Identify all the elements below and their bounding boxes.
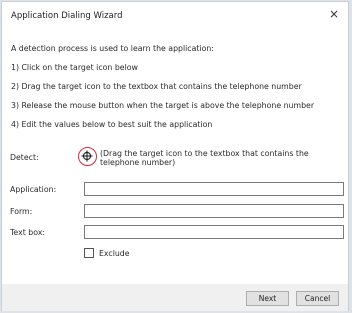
exclude-checkbox[interactable] (84, 248, 94, 258)
application-dialing-wizard-window: Application Dialing Wizard × A detection… (1, 1, 349, 311)
form-label: Form: (10, 207, 33, 216)
instruction-intro: A detection process is used to learn the… (11, 44, 214, 53)
cancel-button[interactable]: Cancel (296, 291, 339, 306)
instruction-step-3: 3) Release the mouse button when the tar… (11, 101, 315, 110)
text-box-label: Text box: (10, 228, 45, 237)
exclude-label: Exclude (99, 249, 130, 258)
instruction-step-1: 1) Click on the target icon below (11, 63, 138, 72)
text-box-field[interactable] (84, 225, 344, 239)
instruction-step-4: 4) Edit the values below to best suit th… (11, 120, 213, 129)
close-button[interactable]: × (320, 2, 348, 28)
application-label: Application: (10, 185, 57, 194)
form-field[interactable] (84, 204, 344, 218)
detect-hint-text: (Drag the target icon to the textbox tha… (100, 149, 309, 167)
window-title: Application Dialing Wizard (11, 11, 123, 21)
application-field[interactable] (84, 182, 344, 196)
title-bar: Application Dialing Wizard × (2, 2, 348, 28)
instruction-step-2: 2) Drag the target icon to the textbox t… (11, 82, 302, 91)
crosshair-target-icon[interactable] (78, 147, 97, 166)
detect-label: Detect: (10, 153, 39, 162)
next-button[interactable]: Next (246, 291, 289, 306)
